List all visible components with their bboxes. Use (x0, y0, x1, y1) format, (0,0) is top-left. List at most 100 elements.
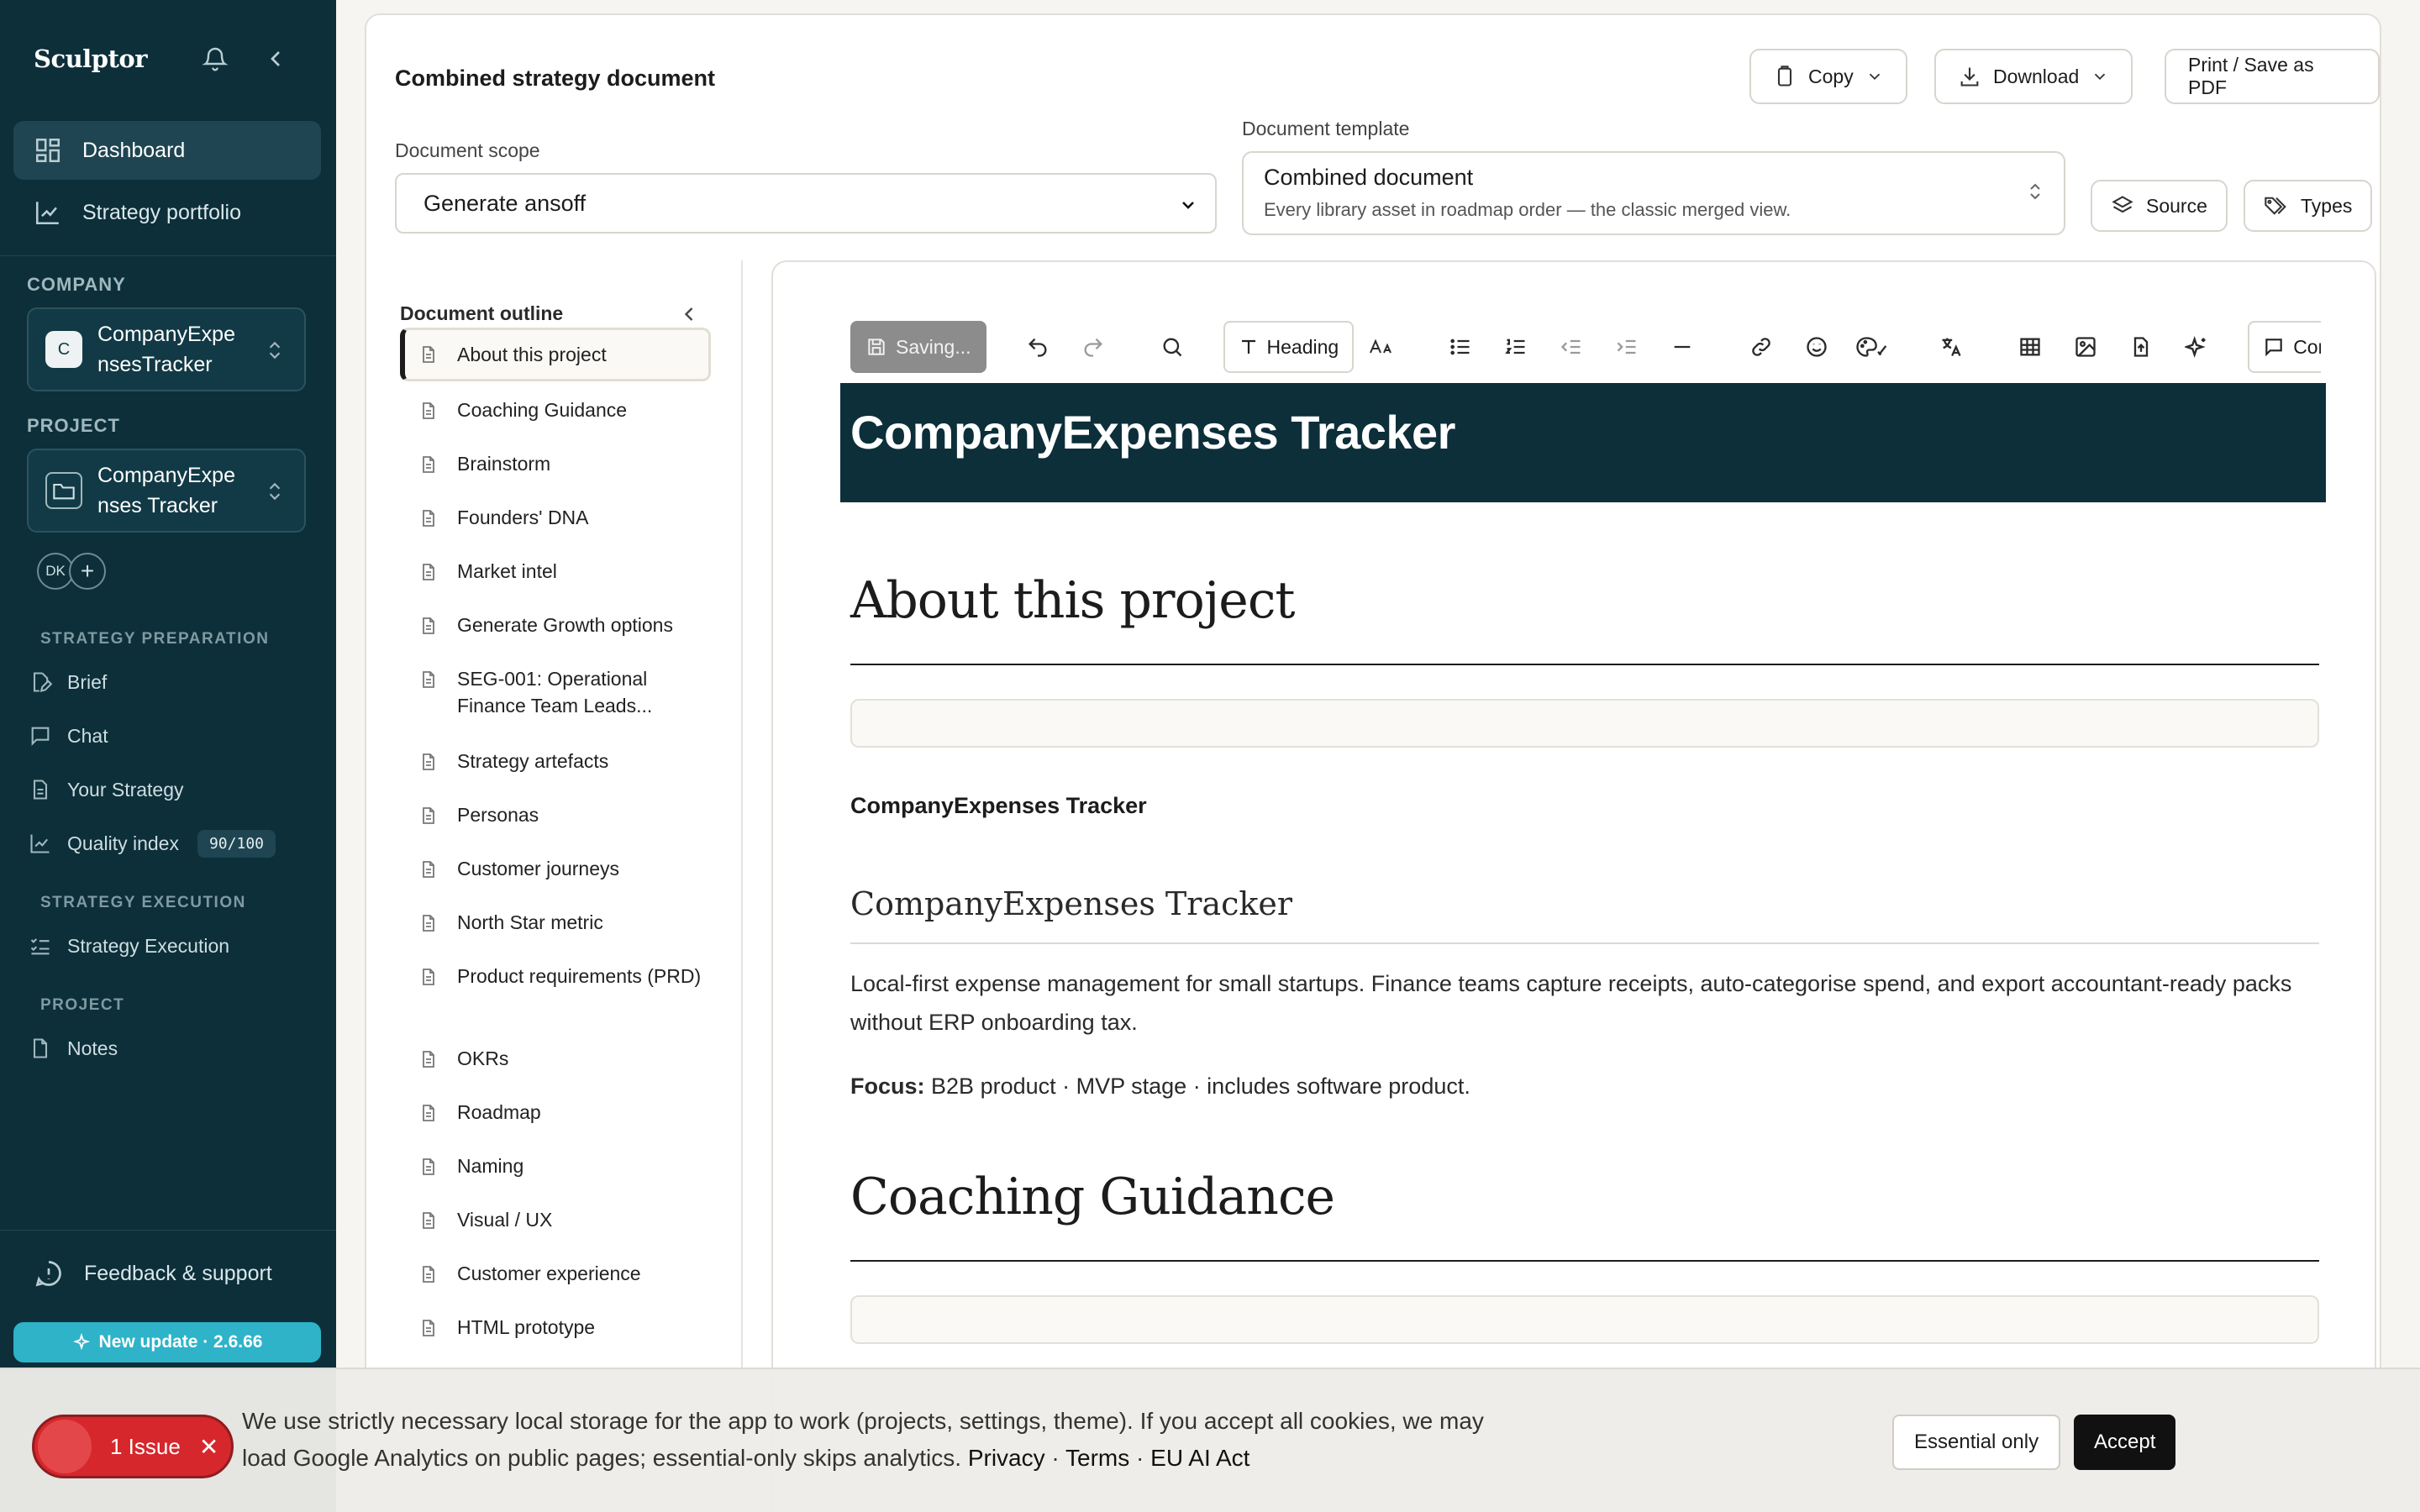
outline-item[interactable]: Coaching Guidance (400, 396, 711, 423)
redo-icon[interactable] (1076, 329, 1111, 365)
project-focus: Focus: B2B product · MVP stage · include… (850, 1067, 2329, 1105)
outline-item[interactable]: Strategy artefacts (400, 748, 711, 774)
chevron-updown-icon (2025, 178, 2045, 205)
source-button[interactable]: Source (2091, 180, 2228, 232)
outline-item-label: About this project (457, 344, 607, 365)
table-icon[interactable] (2012, 329, 2048, 365)
cookie-message: We use strictly necessary local storage … (242, 1408, 1484, 1471)
outline-item[interactable]: Market intel (400, 558, 711, 585)
brand-logo[interactable]: Sculptor (34, 45, 148, 73)
document-template-select[interactable]: Combined document Every library asset in… (1242, 151, 2065, 235)
outdent-icon[interactable] (1554, 329, 1589, 365)
company-picker[interactable]: C CompanyExpe nsesTracker (27, 307, 306, 391)
undo-icon[interactable] (1020, 329, 1055, 365)
project-name-text: CompanyExpenses Tracker (850, 793, 1147, 818)
comments-button[interactable]: Comm (2248, 321, 2321, 373)
save-icon (865, 336, 887, 358)
nav-strategy-portfolio[interactable]: Strategy portfolio (13, 183, 321, 242)
issue-badge[interactable]: 1 Issue ✕ (32, 1415, 234, 1478)
chevron-down-icon (1865, 67, 1884, 86)
eu-ai-act-link[interactable]: EU AI Act (1150, 1445, 1249, 1471)
outline-item[interactable]: Generate Growth options (400, 612, 711, 638)
new-update-button[interactable]: New update · 2.6.66 (13, 1322, 321, 1362)
file-upload-icon[interactable] (2123, 329, 2159, 365)
document-editor[interactable]: Saving... Heading Co CompanyExpenses Tra… (771, 260, 2376, 1512)
outline-item[interactable]: Roadmap (400, 1099, 711, 1126)
document-icon (418, 858, 440, 880)
heading-rule (850, 1260, 2319, 1262)
horizontal-rule-icon[interactable] (1665, 329, 1700, 365)
numbered-list-icon[interactable] (1498, 329, 1534, 365)
copy-button[interactable]: Copy (1749, 49, 1907, 104)
heading-rule (850, 664, 2319, 665)
sidebar-item-strategy-execution[interactable]: Strategy Execution (29, 929, 229, 963)
outline-item[interactable]: Brainstorm (400, 450, 711, 477)
outline-item[interactable]: Founders' DNA (400, 504, 711, 531)
accept-button[interactable]: Accept (2074, 1415, 2176, 1470)
checklist-icon (29, 934, 52, 958)
collapse-sidebar-icon[interactable] (262, 45, 289, 72)
document-icon (418, 751, 440, 773)
chart-line-icon (34, 198, 62, 227)
outline-item[interactable]: HTML prototype (400, 1314, 711, 1341)
outline-item[interactable]: About this project (400, 328, 711, 381)
heading-dropdown[interactable]: Heading (1223, 321, 1355, 373)
outline-item[interactable]: Customer experience (400, 1260, 711, 1287)
divider (0, 255, 336, 256)
add-member-button[interactable]: + (69, 553, 106, 590)
document-scope-select[interactable]: Generate ansoff (395, 173, 1217, 234)
issue-label: 1 Issue (110, 1433, 181, 1459)
note-icon (29, 1037, 52, 1060)
empty-content-block[interactable] (850, 1295, 2319, 1344)
quality-score-badge: 90/100 (197, 829, 276, 858)
outline-item[interactable]: Customer journeys (400, 855, 711, 882)
project-picker[interactable]: CompanyExpe nses Tracker (27, 449, 306, 533)
sidebar-item-quality-index[interactable]: Quality index 90/100 (29, 827, 276, 860)
project-name-line2: nses Tracker (97, 494, 218, 517)
translate-icon[interactable] (1933, 329, 1969, 365)
types-button[interactable]: Types (2244, 180, 2373, 232)
saving-button[interactable]: Saving... (850, 321, 986, 373)
outline-item[interactable]: North Star metric (400, 909, 711, 936)
sidebar-item-label: Quality index (67, 832, 179, 854)
download-button[interactable]: Download (1934, 49, 2133, 104)
empty-content-block[interactable] (850, 699, 2319, 748)
sidebar-item-brief[interactable]: Brief (29, 665, 107, 699)
company-name: CompanyExpe nsesTracker (97, 319, 257, 380)
sidebar-item-label: Brief (67, 670, 108, 693)
cookie-banner: 1 Issue ✕ We use strictly necessary loca… (0, 1368, 2420, 1512)
close-icon[interactable]: ✕ (199, 1433, 218, 1461)
outline-item[interactable]: Naming (400, 1152, 711, 1179)
image-icon[interactable] (2068, 329, 2103, 365)
outline-item[interactable]: OKRs (400, 1045, 711, 1072)
print-pdf-button[interactable]: Print / Save as PDF (2165, 49, 2380, 104)
terms-link[interactable]: Terms (1065, 1445, 1129, 1471)
company-label: COMPANY (27, 274, 126, 295)
indent-icon[interactable] (1609, 329, 1644, 365)
essential-only-button[interactable]: Essential only (1892, 1415, 2061, 1470)
privacy-link[interactable]: Privacy (968, 1445, 1045, 1471)
link-icon[interactable] (1744, 329, 1779, 365)
sidebar-item-chat[interactable]: Chat (29, 719, 108, 753)
sidebar-item-your-strategy[interactable]: Your Strategy (29, 773, 184, 806)
font-size-icon[interactable] (1364, 329, 1399, 365)
feedback-support-link[interactable]: Feedback & support (34, 1258, 272, 1289)
outline-item[interactable]: Visual / UX (400, 1206, 711, 1233)
search-icon[interactable] (1155, 329, 1190, 365)
bell-icon[interactable] (202, 45, 229, 72)
palette-icon[interactable] (1854, 329, 1890, 365)
nav-label: Dashboard (82, 138, 186, 162)
document-icon (418, 400, 440, 422)
collapse-outline-icon[interactable] (677, 302, 701, 326)
emoji-icon[interactable] (1799, 329, 1834, 365)
company-avatar: C (45, 331, 82, 368)
bullet-list-icon[interactable] (1443, 329, 1478, 365)
outline-item-label: Market intel (457, 560, 557, 582)
ai-sparkle-icon[interactable] (2179, 329, 2214, 365)
outline-item[interactable]: Personas (400, 801, 711, 828)
outline-item[interactable]: Product requirements (PRD) (400, 963, 711, 990)
nav-dashboard[interactable]: Dashboard (13, 121, 321, 180)
outline-item[interactable]: SEG-001: Operational Finance Team Leads.… (400, 665, 711, 719)
sidebar-item-notes[interactable]: Notes (29, 1032, 118, 1065)
outline-item-label: Customer experience (457, 1263, 641, 1284)
